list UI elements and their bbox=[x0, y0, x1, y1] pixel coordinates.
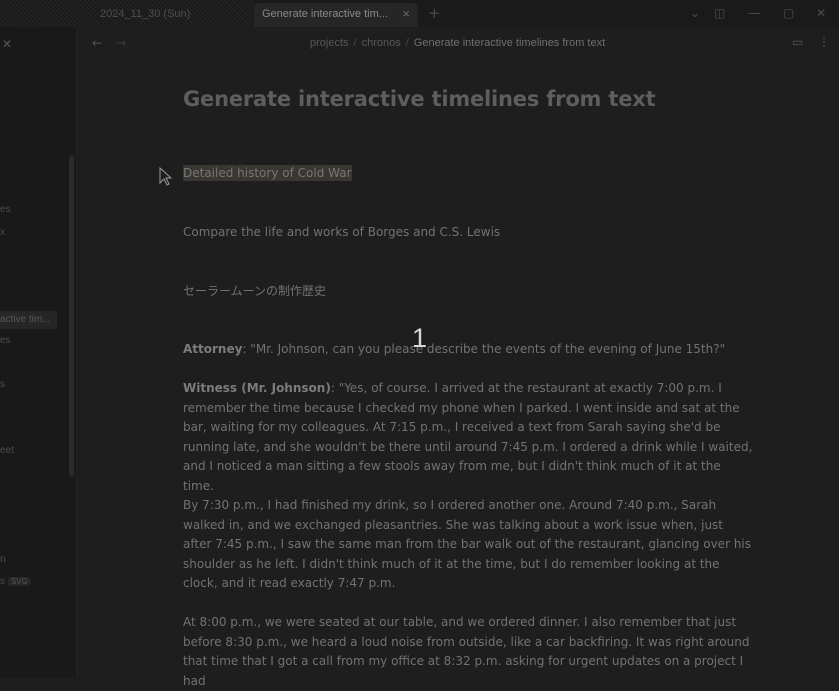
sidebar-item[interactable]: s bbox=[0, 576, 5, 587]
sidebar-item[interactable]: es bbox=[0, 335, 11, 346]
back-arrow-icon[interactable]: ← bbox=[92, 36, 102, 50]
collapse-icon[interactable]: ✕ bbox=[2, 37, 12, 51]
tab-label: Generate interactive tim... bbox=[262, 8, 388, 20]
sidebar-toggle-icon[interactable]: ◫ bbox=[714, 4, 725, 22]
sidebar-item[interactable]: es bbox=[0, 204, 11, 215]
tab-label: 2024_11_30 (Sun) bbox=[100, 8, 191, 20]
breadcrumb-separator: / bbox=[405, 37, 409, 49]
title-bar: 2024_11_30 (Sun) Generate interactive ti… bbox=[0, 0, 839, 27]
maximize-button[interactable]: ▢ bbox=[783, 4, 794, 22]
line-borges-lewis[interactable]: Compare the life and works of Borges and… bbox=[183, 223, 500, 243]
sidebar-item-active-note[interactable]: active tim... bbox=[0, 311, 57, 329]
close-window-button[interactable]: ✕ bbox=[816, 4, 826, 22]
breadcrumb: projects / chronos / Generate interactive ti… bbox=[310, 37, 605, 49]
minimize-button[interactable]: — bbox=[748, 4, 760, 22]
file-type-badge: SVG bbox=[8, 577, 31, 586]
tab-generate-timelines[interactable]: Generate interactive tim... × bbox=[254, 3, 418, 27]
line-cold-war[interactable]: Detailed history of Cold War bbox=[183, 164, 352, 184]
mouse-cursor-icon bbox=[159, 167, 173, 186]
new-tab-button[interactable]: + bbox=[428, 3, 441, 23]
tab-daily-note[interactable]: 2024_11_30 (Sun) bbox=[92, 3, 252, 27]
witness-label: Witness (Mr. Johnson) bbox=[183, 381, 331, 395]
note-title[interactable]: Generate interactive timelines from text bbox=[183, 87, 656, 111]
breadcrumb-projects[interactable]: projects bbox=[310, 37, 349, 49]
breadcrumb-separator: / bbox=[353, 37, 357, 49]
reading-view-icon[interactable]: ▭ bbox=[792, 35, 803, 49]
highlighted-text[interactable]: Detailed history of Cold War bbox=[183, 165, 352, 181]
sidebar-item[interactable]: s bbox=[0, 379, 5, 390]
sidebar-item[interactable]: n bbox=[0, 554, 6, 565]
witness-paragraph[interactable]: Witness (Mr. Johnson): "Yes, of course. … bbox=[183, 379, 755, 496]
file-explorer-sidebar: ✕ es x active tim... es s eet n s SVG bbox=[0, 27, 77, 678]
attorney-text: : "Mr. Johnson, can you please describe … bbox=[242, 342, 726, 356]
sidebar-scrollbar[interactable] bbox=[69, 155, 74, 477]
sidebar-item[interactable]: x bbox=[0, 227, 5, 238]
paragraph-two[interactable]: By 7:30 p.m., I had finished my drink, s… bbox=[183, 496, 755, 594]
line-sailor-moon[interactable]: セーラームーンの制作歴史 bbox=[183, 282, 326, 302]
breadcrumb-chronos[interactable]: chronos bbox=[362, 37, 401, 49]
witness-text: : "Yes, of course. I arrived at the rest… bbox=[183, 381, 753, 493]
close-tab-icon[interactable]: × bbox=[402, 3, 410, 25]
paragraph-three[interactable]: At 8:00 p.m., we were seated at our tabl… bbox=[183, 613, 755, 691]
attorney-label: Attorney bbox=[183, 342, 243, 356]
forward-arrow-icon[interactable]: → bbox=[116, 36, 126, 50]
sidebar-item[interactable]: eet bbox=[0, 445, 14, 456]
breadcrumb-current-note[interactable]: Generate interactive timelines from text bbox=[414, 37, 605, 49]
more-options-icon[interactable]: ⋮ bbox=[818, 35, 830, 49]
attorney-paragraph[interactable]: Attorney: "Mr. Johnson, can you please d… bbox=[183, 340, 758, 360]
step-number-overlay: 1 bbox=[412, 323, 428, 353]
editor-pane: ← → projects / chronos / Generate interactiv… bbox=[77, 27, 839, 688]
tab-list-dropdown-icon[interactable]: ⌄ bbox=[690, 4, 700, 22]
